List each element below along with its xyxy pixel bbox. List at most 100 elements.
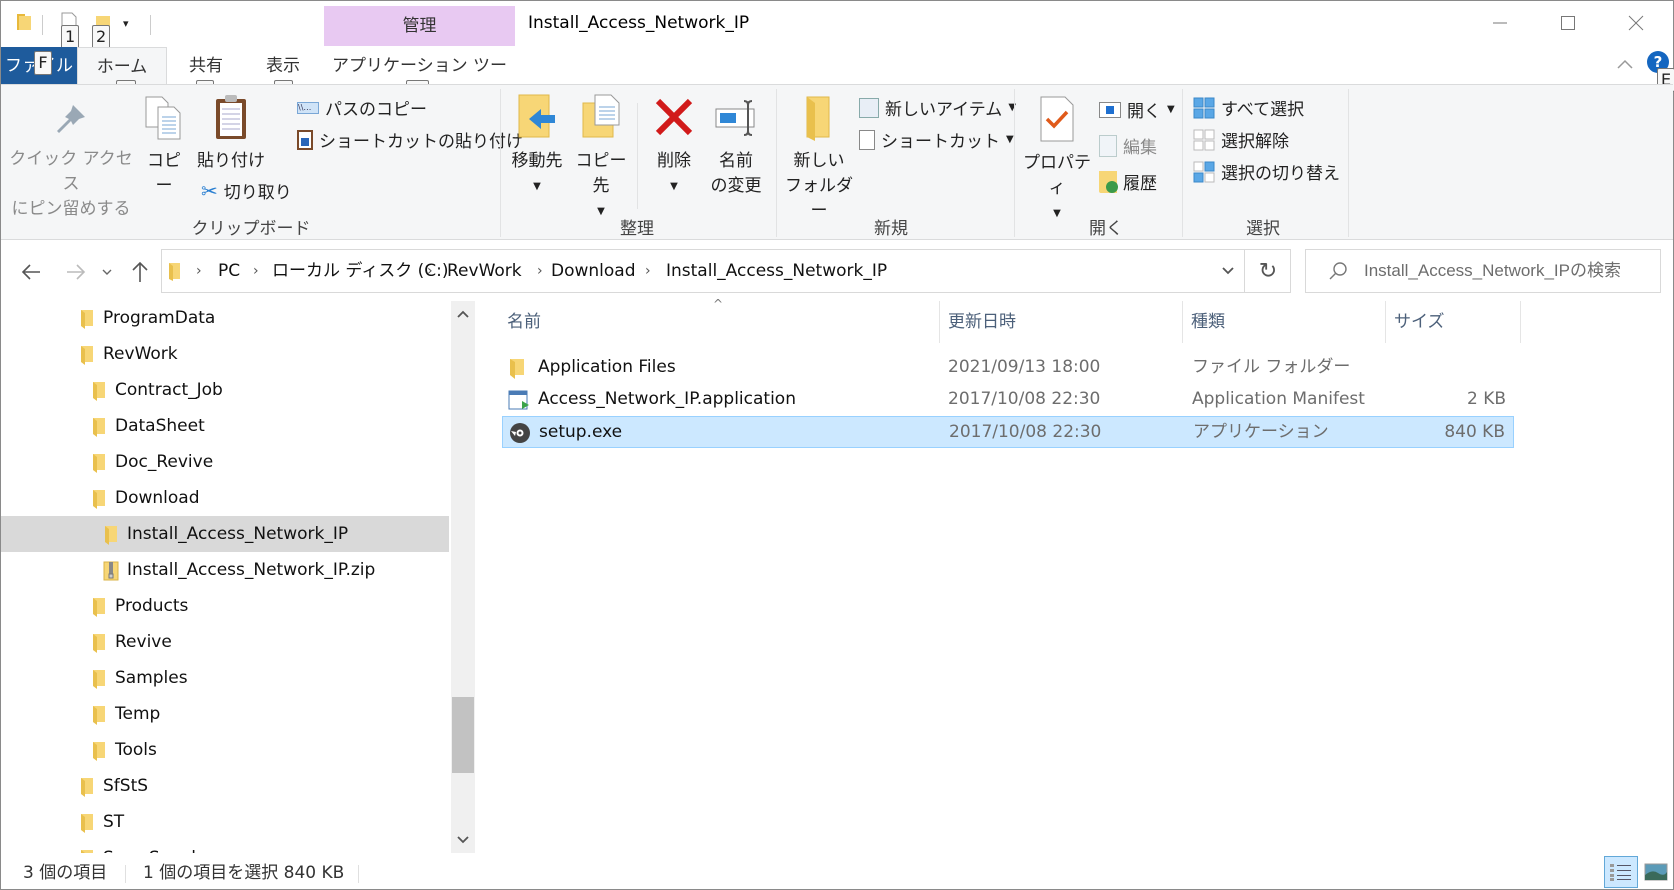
application-manifest-icon [508, 389, 530, 416]
breadcrumb-separator[interactable]: › [253, 250, 259, 292]
search-box[interactable] [1305, 249, 1661, 293]
paste-label: 貼り付け [197, 151, 265, 171]
nav-tree-item[interactable]: ProgramData [1, 301, 449, 336]
rename-label-line2: の変更 [710, 176, 762, 196]
breadcrumb-revwork[interactable]: RevWork [447, 250, 522, 292]
new-folder-button[interactable]: 新しい フォルダー [781, 93, 857, 224]
nav-tree-item-label: Install_Access_Network_IP [127, 524, 349, 544]
breadcrumb-separator[interactable]: › [196, 250, 202, 292]
column-header-type[interactable]: 種類 [1183, 301, 1386, 343]
search-input[interactable] [1364, 250, 1654, 292]
copy-path-button[interactable]: \\… パスのコピー [297, 95, 427, 120]
pin-label-line1: クイック アクセス [9, 149, 133, 194]
select-all-button[interactable]: すべて選択 [1193, 95, 1304, 120]
nav-tree-item[interactable]: Contract_Job [1, 372, 449, 408]
large-icons-view-button[interactable] [1639, 856, 1673, 888]
breadcrumb-separator[interactable]: › [537, 250, 543, 292]
nav-tree-item[interactable]: RevWork [1, 336, 449, 372]
delete-dropdown-icon: ▼ [670, 181, 678, 192]
recent-locations-button[interactable] [95, 254, 119, 290]
edit-icon [1099, 134, 1117, 157]
nav-tree-item[interactable]: Temp [1, 696, 449, 732]
copy-icon [145, 96, 181, 140]
nav-tree-item[interactable]: Download [1, 480, 449, 516]
copy-label: コピー [147, 151, 181, 196]
select-none-icon [1193, 129, 1215, 150]
move-to-button[interactable]: 移動先 ▼ [507, 93, 567, 199]
chevron-down-icon [457, 836, 469, 844]
new-folder-icon [806, 96, 830, 141]
column-header-size[interactable]: サイズ [1386, 301, 1521, 343]
scrollbar-thumb[interactable] [452, 697, 474, 773]
new-item-button[interactable]: 新しいアイテム ▼ [859, 95, 1016, 120]
rename-button[interactable]: 名前 の変更 [706, 97, 766, 199]
column-header-name[interactable]: 名前 [499, 301, 940, 343]
properties-label: プロパティ [1023, 153, 1091, 198]
nav-tree-item[interactable]: DataSheet [1, 408, 449, 444]
breadcrumb-download[interactable]: Download [551, 250, 636, 292]
breadcrumb-install-access-network-ip[interactable]: Install_Access_Network_IP [666, 250, 887, 292]
nav-tree-item[interactable]: SwapSpool [1, 840, 449, 853]
breadcrumb-separator[interactable]: › [877, 250, 883, 292]
folder-icon [91, 705, 107, 730]
back-button[interactable] [16, 254, 46, 290]
nav-tree-item[interactable]: Samples [1, 660, 449, 696]
file-name: setup.exe [539, 422, 623, 442]
folder-icon [79, 813, 95, 838]
customize-qat-dropdown-icon[interactable]: ▾ [123, 17, 129, 30]
paste-shortcut-label: ショートカットの貼り付け [319, 132, 523, 152]
pin-to-quick-access-button[interactable]: クイック アクセス にピン留めする [9, 99, 133, 222]
scroll-up-button[interactable] [451, 303, 475, 325]
up-button[interactable] [125, 254, 155, 290]
file-row[interactable]: setup.exe 2017/10/08 22:30 アプリケーション 840 … [502, 416, 1514, 448]
easy-access-button[interactable]: ショートカット ▼ [859, 127, 1014, 152]
nav-tree-item[interactable]: Products [1, 588, 449, 624]
nav-tree-item[interactable]: Tools [1, 732, 449, 768]
edit-button[interactable]: 編集 [1099, 133, 1157, 158]
forward-arrow-icon [67, 264, 86, 280]
delete-button[interactable]: 削除 ▼ [646, 97, 702, 199]
status-bar: 3 個の項目 1 個の項目を選択 840 KB [1, 857, 1673, 889]
file-type: アプリケーション [1193, 422, 1329, 442]
file-type: Application Manifest [1192, 389, 1365, 409]
open-button[interactable]: 開く ▼ [1099, 97, 1175, 122]
invert-selection-button[interactable]: 選択の切り替え [1193, 159, 1340, 184]
copy-to-button[interactable]: コピー先 ▼ [569, 93, 633, 224]
close-button[interactable] [1602, 1, 1670, 45]
history-button[interactable]: 履歴 [1099, 169, 1157, 194]
breadcrumb-separator[interactable]: › [427, 250, 433, 292]
properties-button[interactable]: プロパティ ▼ [1019, 95, 1095, 226]
cut-button[interactable]: ✂ 切り取り [201, 178, 292, 204]
status-item-count: 3 個の項目 [23, 863, 108, 883]
refresh-button[interactable]: ↻ [1244, 249, 1291, 293]
collapse-ribbon-icon[interactable] [1616, 55, 1634, 74]
minimize-button[interactable] [1466, 1, 1534, 45]
select-none-button[interactable]: 選択解除 [1193, 127, 1289, 152]
select-all-icon [1193, 97, 1215, 118]
breadcrumb-local-disk[interactable]: ローカル ディスク (C:) [272, 250, 448, 292]
nav-tree-item-label: Install_Access_Network_IP.zip [127, 560, 376, 580]
nav-tree-item[interactable]: ST [1, 804, 449, 840]
nav-pane-scrollbar[interactable] [451, 301, 475, 853]
breadcrumb-separator[interactable]: › [645, 250, 651, 292]
file-row[interactable]: Application Files 2021/09/13 18:00 ファイル … [502, 352, 1514, 384]
forward-button[interactable] [61, 254, 91, 290]
address-history-dropdown[interactable] [1213, 249, 1243, 293]
column-header-date-modified[interactable]: 更新日時 [940, 301, 1183, 343]
details-view-button[interactable] [1604, 856, 1638, 888]
nav-tree-item[interactable]: SfStS [1, 768, 449, 804]
breadcrumb-pc[interactable]: PC [218, 250, 240, 292]
scroll-down-button[interactable] [451, 829, 475, 851]
paste-button[interactable]: 貼り付け [196, 93, 266, 174]
maximize-button[interactable] [1534, 1, 1602, 45]
copy-button[interactable]: コピー [139, 95, 189, 199]
nav-tree-item[interactable]: Install_Access_Network_IP.zip [1, 552, 449, 588]
nav-tree-item[interactable]: Install_Access_Network_IP [1, 516, 449, 552]
status-separator [125, 865, 126, 883]
address-bar[interactable]: › PC › ローカル ディスク (C:) › RevWork › Downlo… [161, 249, 1291, 293]
nav-tree-item[interactable]: Doc_Revive [1, 444, 449, 480]
details-view-icon [1610, 864, 1631, 881]
paste-shortcut-button[interactable]: ショートカットの貼り付け [297, 127, 523, 152]
file-row[interactable]: Access_Network_IP.application 2017/10/08… [502, 384, 1514, 416]
nav-tree-item[interactable]: Revive [1, 624, 449, 660]
